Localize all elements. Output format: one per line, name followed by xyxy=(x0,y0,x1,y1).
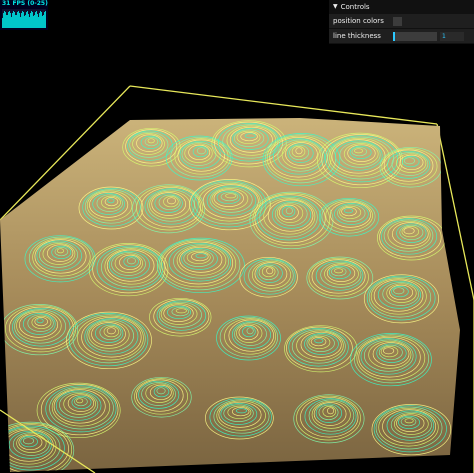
position-colors-label: position colors xyxy=(333,17,384,25)
line-thickness-slider[interactable] xyxy=(393,31,437,41)
controls-panel: ▼ Controls position colors line thicknes… xyxy=(329,0,474,44)
fps-stats-panel[interactable]: 31 FPS (0-25) xyxy=(0,0,48,30)
line-thickness-row: line thickness 1 xyxy=(329,29,474,44)
fps-counter: 31 FPS (0-25) xyxy=(2,0,48,7)
line-thickness-slider-fill xyxy=(393,31,396,41)
position-colors-checkbox[interactable] xyxy=(393,16,402,26)
terrain-surface xyxy=(0,118,460,472)
position-colors-row: position colors xyxy=(329,14,474,29)
controls-folder-header[interactable]: ▼ Controls xyxy=(329,0,474,14)
terrain-scene[interactable] xyxy=(0,0,474,473)
fps-graph xyxy=(2,9,46,28)
chevron-down-icon: ▼ xyxy=(333,3,338,10)
controls-title: Controls xyxy=(340,2,370,11)
line-thickness-label: line thickness xyxy=(333,32,381,40)
line-thickness-input[interactable]: 1 xyxy=(440,31,464,41)
